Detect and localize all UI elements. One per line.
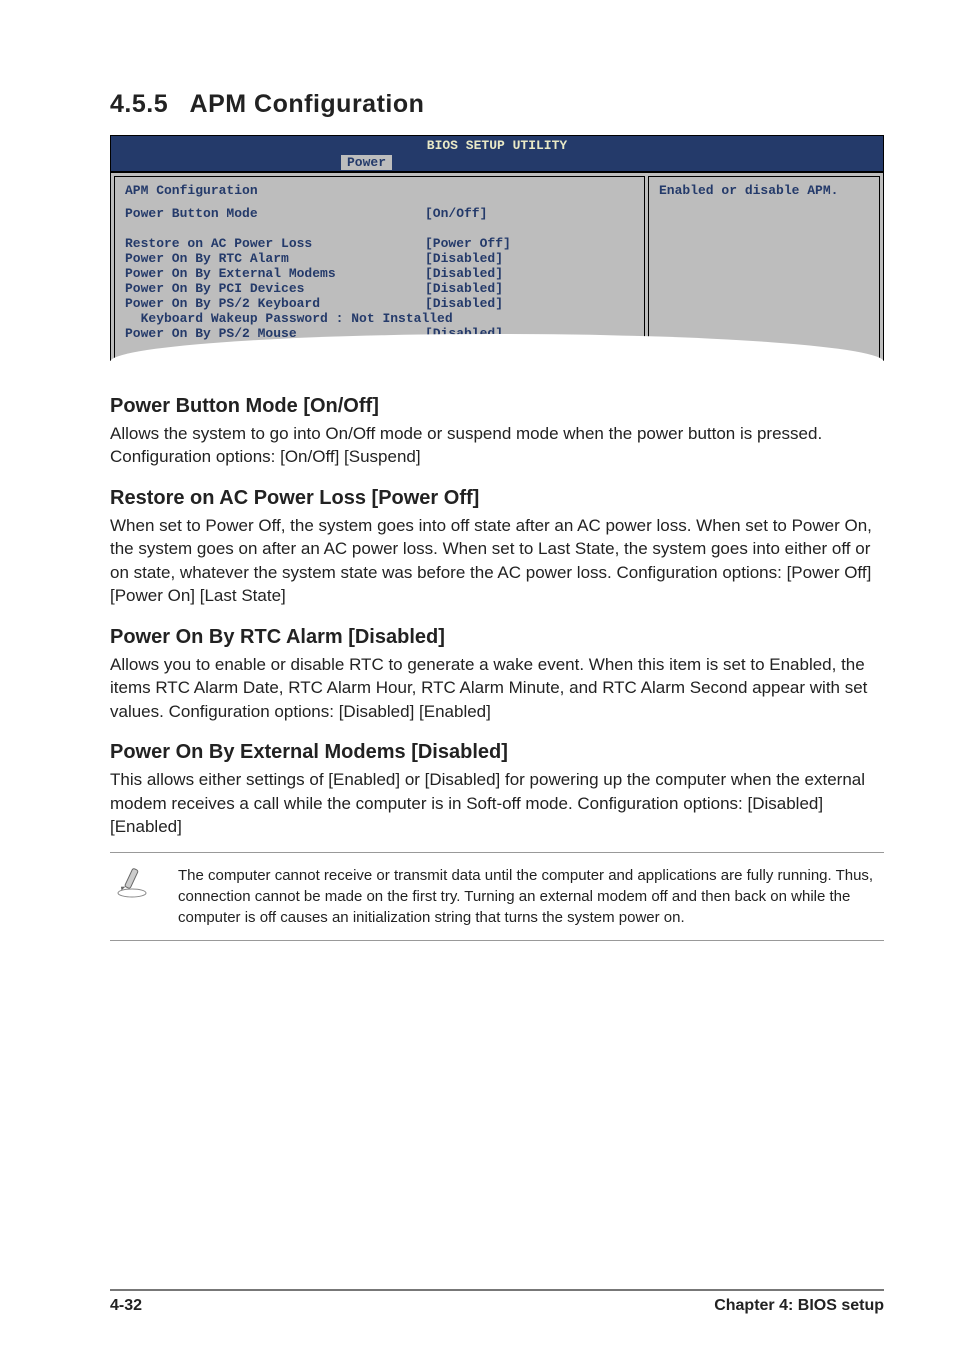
- bios-row-label: Power On By PS/2 Keyboard: [125, 296, 425, 311]
- bios-row-value: [Disabled]: [425, 251, 503, 266]
- chapter-label: Chapter 4: BIOS setup: [714, 1297, 884, 1315]
- item-heading: Power Button Mode [On/Off]: [110, 395, 884, 418]
- bios-row-value: [Disabled]: [425, 281, 503, 296]
- bios-row: Power Button Mode[On/Off]: [125, 206, 634, 221]
- bios-row: Power On By External Modems[Disabled]: [125, 266, 634, 281]
- note-block: The computer cannot receive or transmit …: [110, 852, 884, 941]
- bios-row-label: Power On By RTC Alarm: [125, 251, 425, 266]
- bios-row-value: [On/Off]: [425, 206, 487, 221]
- bios-row-label: Keyboard Wakeup Password : Not Installed: [125, 311, 453, 326]
- bios-row: Power On By PCI Devices[Disabled]: [125, 281, 634, 296]
- bios-panel-title: APM Configuration: [125, 183, 634, 198]
- section-heading: 4.5.5 APM Configuration: [110, 90, 884, 119]
- item-text: Allows the system to go into On/Off mode…: [110, 422, 884, 469]
- bios-help-panel: Enabled or disable APM.: [648, 176, 880, 360]
- bios-row: Keyboard Wakeup Password : Not Installed: [125, 311, 634, 326]
- bios-row-value: [Power Off]: [425, 236, 511, 251]
- bios-row: [125, 221, 634, 236]
- bios-row: Restore on AC Power Loss[Power Off]: [125, 236, 634, 251]
- note-text: The computer cannot receive or transmit …: [178, 865, 884, 928]
- item-heading: Restore on AC Power Loss [Power Off]: [110, 487, 884, 510]
- pencil-note-icon: [110, 865, 154, 928]
- item-text: Allows you to enable or disable RTC to g…: [110, 653, 884, 723]
- page-number: 4-32: [110, 1297, 142, 1315]
- bios-help-text: Enabled or disable APM.: [659, 183, 869, 198]
- bios-row-label: Power Button Mode: [125, 206, 425, 221]
- section-title: APM Configuration: [190, 90, 425, 118]
- bios-active-tab: Power: [341, 155, 392, 170]
- bios-row-value: [Disabled]: [425, 296, 503, 311]
- item-heading: Power On By RTC Alarm [Disabled]: [110, 626, 884, 649]
- bios-row-label: Power On By PCI Devices: [125, 281, 425, 296]
- bios-row-label: Restore on AC Power Loss: [125, 236, 425, 251]
- item-text: When set to Power Off, the system goes i…: [110, 514, 884, 608]
- page-footer: 4-32 Chapter 4: BIOS setup: [110, 1289, 884, 1315]
- bios-row-label: Power On By External Modems: [125, 266, 425, 281]
- bios-main-panel: APM Configuration Power Button Mode[On/O…: [114, 176, 645, 360]
- item-heading: Power On By External Modems [Disabled]: [110, 741, 884, 764]
- bios-screenshot: BIOS SETUP UTILITY Power APM Configurati…: [110, 135, 884, 361]
- section-number: 4.5.5: [110, 90, 168, 118]
- bios-row-value: [Disabled]: [425, 266, 503, 281]
- bios-row: Power On By RTC Alarm[Disabled]: [125, 251, 634, 266]
- bios-title: BIOS SETUP UTILITY: [111, 136, 883, 153]
- bios-row: Power On By PS/2 Keyboard[Disabled]: [125, 296, 634, 311]
- item-text: This allows either settings of [Enabled]…: [110, 768, 884, 838]
